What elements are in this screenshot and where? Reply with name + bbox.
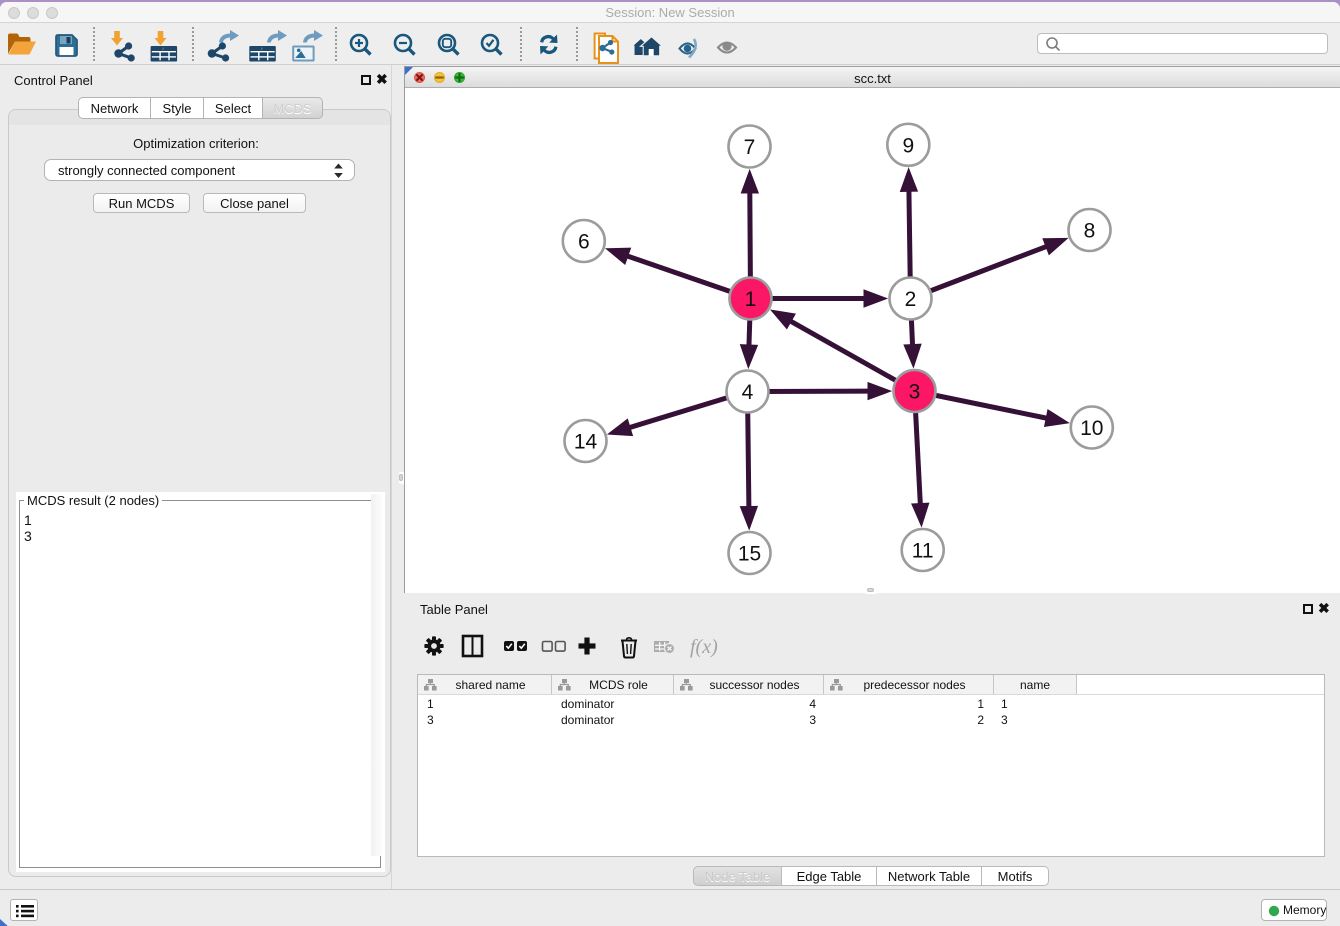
svg-text:9: 9 bbox=[902, 134, 914, 157]
svg-text:14: 14 bbox=[574, 431, 598, 454]
svg-text:6: 6 bbox=[578, 231, 590, 254]
svg-text:1: 1 bbox=[745, 288, 757, 311]
svg-text:3: 3 bbox=[909, 381, 921, 404]
svg-text:10: 10 bbox=[1080, 417, 1103, 440]
svg-text:f(x): f(x) bbox=[690, 636, 718, 658]
svg-text:15: 15 bbox=[738, 543, 761, 566]
svg-text:11: 11 bbox=[912, 540, 934, 563]
svg-text:7: 7 bbox=[744, 136, 756, 159]
svg-text:2: 2 bbox=[905, 288, 917, 311]
svg-text:4: 4 bbox=[742, 381, 754, 404]
svg-text:8: 8 bbox=[1084, 220, 1096, 243]
